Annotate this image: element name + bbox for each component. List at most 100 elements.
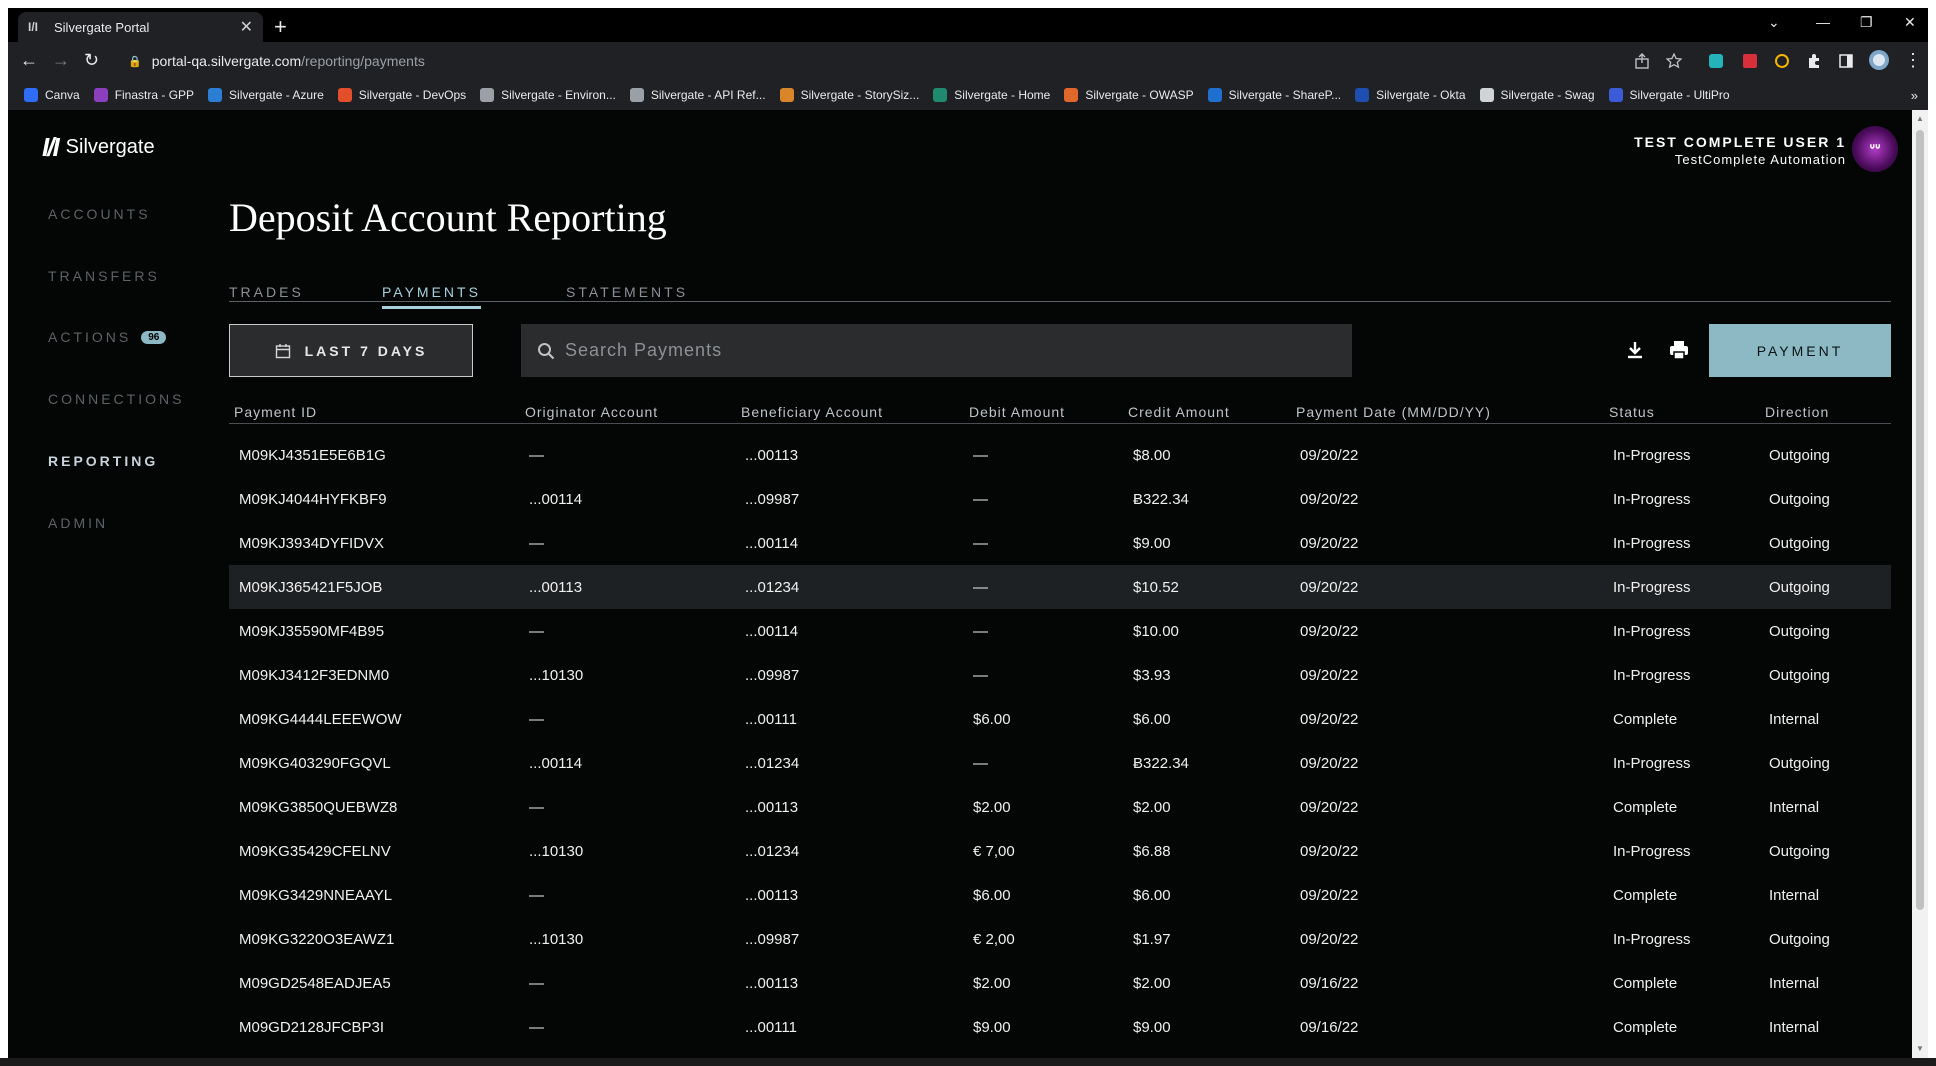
cell-payment-date: 09/16/22 <box>1300 975 1359 992</box>
table-row[interactable]: M09KG4444LEEEWOW — ...00111 $6.00 $6.00 09/20… <box>229 697 1891 741</box>
sidebar-item-connections[interactable]: CONNECTIONS <box>48 391 184 407</box>
tab-search-icon[interactable]: ⌄ <box>1768 14 1780 31</box>
reload-icon[interactable]: ↻ <box>84 50 99 71</box>
table-row[interactable]: M09KG35429CFELNV ...10130 ...01234 € 7,00 $6… <box>229 829 1891 873</box>
bookmark-star-icon[interactable] <box>1666 53 1682 69</box>
app-page: I/I Silvergate TEST COMPLETE USER 1 Test… <box>8 110 1912 1058</box>
column-header[interactable]: Payment Date (MM/DD/YY) <box>1296 404 1491 420</box>
bookmark-item[interactable]: Silvergate - ShareP... <box>1207 88 1341 102</box>
date-range-button[interactable]: LAST 7 DAYS <box>229 324 473 377</box>
column-header[interactable]: Originator Account <box>525 404 658 420</box>
bookmark-item[interactable]: Silvergate - OWASP <box>1064 88 1194 102</box>
table-row[interactable]: M09GD2548EADJEA5 — ...00113 $2.00 $2.00 09/16… <box>229 961 1891 1005</box>
print-icon[interactable] <box>1667 338 1691 362</box>
share-icon[interactable] <box>1634 53 1650 69</box>
bookmark-item[interactable]: Silvergate - Home <box>933 88 1050 102</box>
extension-teal-icon[interactable] <box>1708 53 1724 69</box>
cell-payment-id[interactable]: M09KG4444LEEEWOW <box>239 711 402 728</box>
new-tab-button[interactable]: + <box>274 14 287 40</box>
search-input[interactable] <box>565 340 1325 361</box>
sidebar-item-transfers[interactable]: TRANSFERS <box>48 268 160 284</box>
table-row[interactable]: M09KG3429NNEAAYL — ...00113 $6.00 $6.00 09/20… <box>229 873 1891 917</box>
cell-beneficiary-account: ...01234 <box>745 843 800 860</box>
new-payment-button[interactable]: PAYMENT <box>1709 324 1891 377</box>
page-scrollbar[interactable]: ▲ ▼ <box>1912 110 1928 1058</box>
cell-payment-id[interactable]: M09KG403290FGQVL <box>239 755 391 772</box>
bookmarks-overflow-icon[interactable]: » <box>1911 88 1918 103</box>
table-row[interactable]: M09KJ3934DYFIDVX — ...00114 — $9.00 09/20/22 I… <box>229 521 1891 565</box>
close-tab-icon[interactable]: ✕ <box>240 17 253 37</box>
download-icon[interactable] <box>1623 338 1647 362</box>
cell-payment-id[interactable]: M09KJ4351E5E6B1G <box>239 447 386 464</box>
bookmark-item[interactable]: Silvergate - StorySiz... <box>779 88 919 102</box>
scroll-up-icon[interactable]: ▲ <box>1916 114 1924 123</box>
bookmark-item[interactable]: Silvergate - Azure <box>208 88 324 102</box>
column-header[interactable]: Direction <box>1765 404 1829 420</box>
close-window-icon[interactable]: ✕ <box>1904 14 1916 31</box>
cell-payment-id[interactable]: M09KG3220O3EAWZ1 <box>239 931 394 948</box>
cell-status: Complete <box>1613 975 1678 992</box>
address-bar[interactable]: 🔒 portal-qa.silvergate.com/reporting/pay… <box>118 47 1818 75</box>
profile-avatar-icon[interactable] <box>1868 49 1890 71</box>
cell-payment-id[interactable]: M09KJ4044HYFKBF9 <box>239 491 387 508</box>
table-row[interactable]: M09KG3220O3EAWZ1 ...10130 ...09987 € 2,00 $1… <box>229 917 1891 961</box>
table-row[interactable]: M09KJ35590MF4B95 — ...00114 — $10.00 09/20/22… <box>229 609 1891 653</box>
browser-tab[interactable]: I/I Silvergate Portal ✕ <box>18 12 263 42</box>
extensions-puzzle-icon[interactable] <box>1806 53 1822 69</box>
column-header[interactable]: Payment ID <box>234 404 317 420</box>
user-avatar[interactable]: ᐡᐡ <box>1852 126 1898 172</box>
browser-menu-icon[interactable]: ⋮ <box>1904 50 1922 71</box>
side-panel-icon[interactable] <box>1838 53 1854 69</box>
bookmark-label: Silvergate - UltiPro <box>1629 88 1730 102</box>
bookmark-item[interactable]: Silvergate - UltiPro <box>1608 88 1730 102</box>
sidebar-item-accounts[interactable]: ACCOUNTS <box>48 206 151 222</box>
cell-payment-id[interactable]: M09GD2548EADJEA5 <box>239 975 391 992</box>
table-row[interactable]: M09KJ365421F5JOB ...00113 ...01234 — $10.52 0… <box>229 565 1891 609</box>
table-row[interactable]: M09KJ4351E5E6B1G — ...00113 — $8.00 09/20/22 I… <box>229 433 1891 477</box>
column-header[interactable]: Debit Amount <box>969 404 1065 420</box>
cell-payment-id[interactable]: M09GD2128JFCBP3I <box>239 1019 384 1036</box>
tab-payments[interactable]: PAYMENTS <box>382 284 481 309</box>
bookmark-item[interactable]: Silvergate - DevOps <box>337 88 466 102</box>
cell-payment-id[interactable]: M09KJ35590MF4B95 <box>239 623 384 640</box>
bookmark-item[interactable]: Silvergate - API Ref... <box>629 88 766 102</box>
bookmark-favicon-icon <box>93 88 108 102</box>
minimize-icon[interactable]: — <box>1816 14 1830 30</box>
table-row[interactable]: M09KJ3412F3EDNM0 ...10130 ...09987 — $3.93 09… <box>229 653 1891 697</box>
bookmark-item[interactable]: Silvergate - Swag <box>1479 88 1595 102</box>
column-header[interactable]: Credit Amount <box>1128 404 1230 420</box>
extension-red-icon[interactable] <box>1742 53 1758 69</box>
bookmark-item[interactable]: Finastra - GPP <box>93 88 194 102</box>
cell-payment-id[interactable]: M09KG35429CFELNV <box>239 843 391 860</box>
back-icon[interactable]: ← <box>20 50 38 71</box>
tab-statements[interactable]: STATEMENTS <box>566 284 688 300</box>
silvergate-logo[interactable]: I/I Silvergate <box>42 132 155 163</box>
table-row[interactable]: M09KG403290FGQVL ...00114 ...01234 — Ƀ322.34… <box>229 741 1891 785</box>
sidebar-item-admin[interactable]: ADMIN <box>48 515 108 531</box>
cell-payment-id[interactable]: M09KG3429NNEAAYL <box>239 887 392 904</box>
bookmark-item[interactable]: Silvergate - Environ... <box>480 88 616 102</box>
cell-payment-id[interactable]: M09KJ365421F5JOB <box>239 579 382 596</box>
table-row[interactable]: M09GD2128JFCBP3I — ...00111 $9.00 $9.00 09/16… <box>229 1005 1891 1049</box>
cell-payment-id[interactable]: M09KG3850QUEBWZ8 <box>239 799 397 816</box>
scroll-down-icon[interactable]: ▼ <box>1916 1044 1924 1053</box>
cell-payment-id[interactable]: M09KJ3934DYFIDVX <box>239 535 384 552</box>
column-header[interactable]: Status <box>1609 404 1655 420</box>
sidebar-item-actions[interactable]: ACTIONS 96 <box>48 329 167 345</box>
bookmark-item[interactable]: Canva <box>24 88 80 102</box>
restore-icon[interactable]: ❐ <box>1860 14 1873 31</box>
sidebar-item-reporting[interactable]: REPORTING <box>48 453 158 469</box>
search-box[interactable] <box>521 324 1352 377</box>
forward-icon[interactable]: → <box>52 50 70 71</box>
scrollbar-thumb[interactable] <box>1916 130 1924 910</box>
column-header[interactable]: Beneficiary Account <box>741 404 883 420</box>
tab-trades[interactable]: TRADES <box>229 284 304 300</box>
table-row[interactable]: M09KG3850QUEBWZ8 — ...00113 $2.00 $2.00 09/20… <box>229 785 1891 829</box>
cell-originator-account: ...00113 <box>529 579 583 596</box>
cell-credit-amount: $8.00 <box>1133 447 1171 464</box>
table-row[interactable]: M09KJ4044HYFKBF9 ...00114 ...09987 — Ƀ322.34… <box>229 477 1891 521</box>
extension-lens-icon[interactable] <box>1774 53 1790 69</box>
payments-table: Payment ID Originator Account Beneficiary … <box>229 396 1891 1049</box>
cell-payment-id[interactable]: M09KJ3412F3EDNM0 <box>239 667 389 684</box>
bookmark-item[interactable]: Silvergate - Okta <box>1355 88 1466 102</box>
